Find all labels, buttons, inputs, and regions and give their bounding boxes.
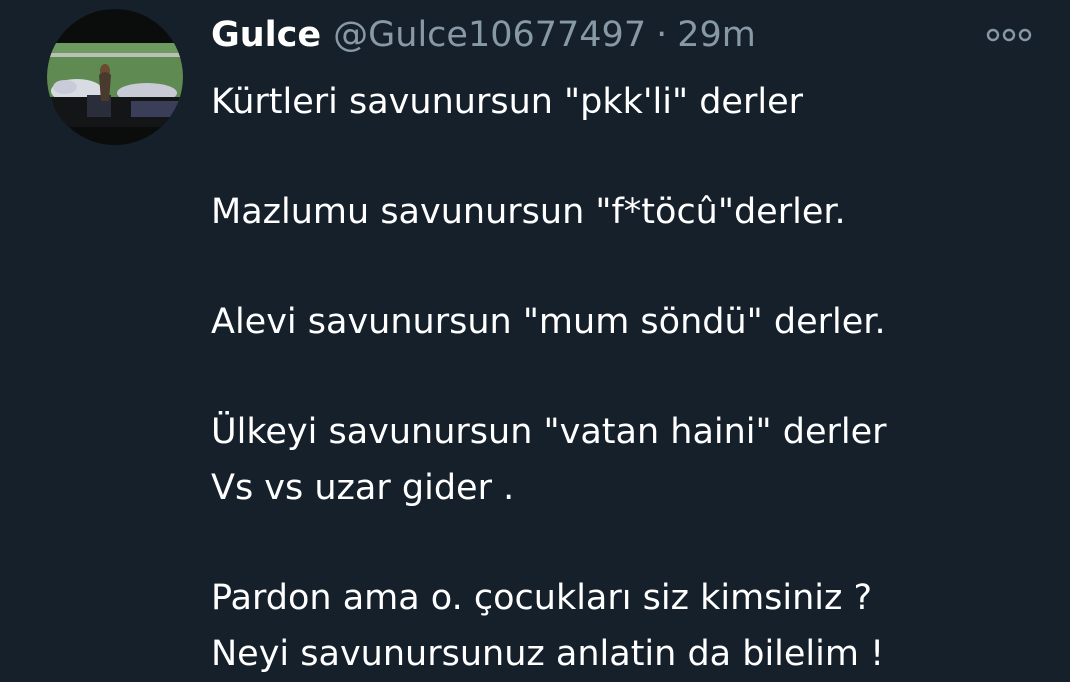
tweet-header: Gulce @Gulce10677497 · 29m bbox=[211, 12, 756, 58]
tweet-line: Mazlumu savunursun "f*töcû"derler. bbox=[211, 192, 846, 232]
user-handle[interactable]: @Gulce10677497 bbox=[333, 12, 646, 58]
more-options-icon bbox=[986, 28, 1032, 42]
tweet-line: Kürtleri savunursun "pkk'li" derler bbox=[211, 82, 803, 122]
tweet-line: Ülkeyi savunursun "vatan haini" derler bbox=[211, 412, 887, 452]
profile-photo bbox=[47, 9, 183, 145]
timestamp[interactable]: 29m bbox=[677, 12, 756, 58]
tweet-line: Pardon ama o. çocukları siz kimsiniz ? bbox=[211, 578, 873, 618]
tweet-line: Alevi savunursun "mum söndü" derler. bbox=[211, 302, 886, 342]
tweet: Gulce @Gulce10677497 · 29m Kürtleri savu… bbox=[0, 0, 1070, 679]
tweet-text: Kürtleri savunursun "pkk'li" derler Mazl… bbox=[211, 74, 1051, 682]
separator-dot: · bbox=[656, 15, 668, 55]
tweet-line: Neyi savunursunuz anlatin da bilelim ! bbox=[211, 634, 885, 674]
avatar[interactable] bbox=[47, 9, 183, 145]
tweet-line: Vs vs uzar gider . bbox=[211, 468, 515, 508]
more-options-button[interactable] bbox=[983, 24, 1035, 46]
display-name[interactable]: Gulce bbox=[211, 12, 321, 58]
